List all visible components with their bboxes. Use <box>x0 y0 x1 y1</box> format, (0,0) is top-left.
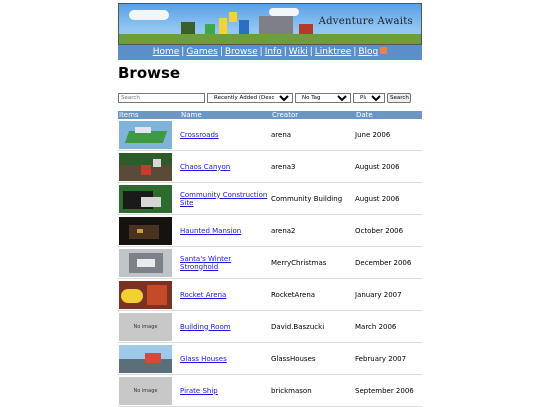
nav-separator: | <box>219 47 223 57</box>
date-cell: March 2006 <box>355 310 422 343</box>
creator-cell: GlassHouses <box>271 342 355 375</box>
nav-separator: | <box>309 47 313 57</box>
type-select[interactable]: Places <box>353 93 385 103</box>
place-link[interactable]: Haunted Mansion <box>180 227 241 235</box>
table-row: Santa's Winter Stronghold MerryChristmas… <box>118 246 422 279</box>
page-title: Browse <box>118 64 181 82</box>
date-cell: January 2007 <box>355 278 422 311</box>
date-cell: August 2006 <box>355 150 422 183</box>
search-button[interactable]: Search <box>387 93 411 103</box>
date-cell: February 2007 <box>355 342 422 375</box>
nav-separator: | <box>259 47 263 57</box>
place-thumbnail-rocket-arena[interactable] <box>119 280 172 309</box>
date-cell: October 2006 <box>355 214 422 247</box>
table-row: Crossroads arena June 2006 <box>118 119 422 151</box>
place-thumbnail-construction-site[interactable] <box>119 184 172 213</box>
main-nav: Home | Games | Browse | Info | Wiki | Linktree | Blo… <box>118 45 422 60</box>
table-row: Glass Houses GlassHouses February 2007 <box>118 342 422 375</box>
nav-blog[interactable]: Blog <box>358 47 378 57</box>
table-header-row: Items Name Creator Date <box>118 111 422 119</box>
creator-cell: arena3 <box>271 150 355 183</box>
site-name: Adventure Awaits <box>318 16 413 27</box>
banner-castle <box>259 16 293 36</box>
place-thumbnail-no-image[interactable]: No image <box>119 312 172 341</box>
place-link[interactable]: Pirate Ship <box>180 387 218 395</box>
creator-cell: Community Building <box>271 182 355 215</box>
place-link[interactable]: Rocket Arena <box>180 291 226 299</box>
date-cell: August 2006 <box>355 182 422 215</box>
table-row: No image Pirate Ship brickmason Septembe… <box>118 374 422 407</box>
date-cell: June 2006 <box>355 119 422 151</box>
creator-cell: arena2 <box>271 214 355 247</box>
site-banner: Adventure Awaits <box>118 3 422 45</box>
place-thumbnail-winter-stronghold[interactable] <box>119 248 172 277</box>
browse-table: Items Name Creator Date Crossroads arena… <box>118 111 422 407</box>
cloud-decoration <box>269 8 299 16</box>
place-link[interactable]: Chaos Canyon <box>180 163 230 171</box>
banner-ground <box>119 34 421 44</box>
nav-wiki[interactable]: Wiki <box>289 47 308 57</box>
place-link[interactable]: Building Room <box>180 323 231 331</box>
place-thumbnail-chaos-canyon[interactable] <box>119 152 172 181</box>
place-link[interactable]: Glass Houses <box>180 355 227 363</box>
column-header-creator: Creator <box>271 111 355 119</box>
creator-cell: RocketArena <box>271 278 355 311</box>
place-thumbnail-no-image[interactable]: No image <box>119 376 172 405</box>
cloud-decoration <box>129 10 169 20</box>
place-link[interactable]: Community Construction Site <box>180 191 267 207</box>
creator-cell: arena <box>271 119 355 151</box>
place-thumbnail-crossroads[interactable] <box>119 120 172 149</box>
place-link[interactable]: Crossroads <box>180 131 219 139</box>
nav-separator: | <box>283 47 287 57</box>
table-row: Haunted Mansion arena2 October 2006 <box>118 214 422 247</box>
search-input[interactable] <box>118 93 205 103</box>
nav-browse[interactable]: Browse <box>225 47 258 57</box>
nav-info[interactable]: Info <box>265 47 282 57</box>
column-header-date: Date <box>355 111 422 119</box>
filter-bar: Recently Added (Descending)No TagPlacesS… <box>118 93 411 103</box>
table-row: Community Construction Site Community Bu… <box>118 182 422 215</box>
creator-cell: David.Baszucki <box>271 310 355 343</box>
table-row: Rocket Arena RocketArena January 2007 <box>118 278 422 311</box>
creator-cell: MerryChristmas <box>271 246 355 279</box>
table-row: No image Building Room David.Baszucki Ma… <box>118 310 422 343</box>
creator-cell: brickmason <box>271 374 355 407</box>
sort-select[interactable]: Recently Added (Descending) <box>207 93 293 103</box>
place-thumbnail-haunted-mansion[interactable] <box>119 216 172 245</box>
nav-linktree[interactable]: Linktree <box>315 47 352 57</box>
column-header-items: Items <box>118 111 180 119</box>
date-cell: September 2006 <box>355 374 422 407</box>
place-link[interactable]: Santa's Winter Stronghold <box>180 255 231 271</box>
banner-figure <box>229 12 237 22</box>
nav-home[interactable]: Home <box>153 47 180 57</box>
tag-select[interactable]: No Tag <box>295 93 351 103</box>
place-thumbnail-glass-houses[interactable] <box>119 344 172 373</box>
date-cell: December 2006 <box>355 246 422 279</box>
column-header-name: Name <box>180 111 271 119</box>
rss-icon[interactable] <box>380 47 388 54</box>
table-row: Chaos Canyon arena3 August 2006 <box>118 150 422 183</box>
nav-games[interactable]: Games <box>186 47 217 57</box>
